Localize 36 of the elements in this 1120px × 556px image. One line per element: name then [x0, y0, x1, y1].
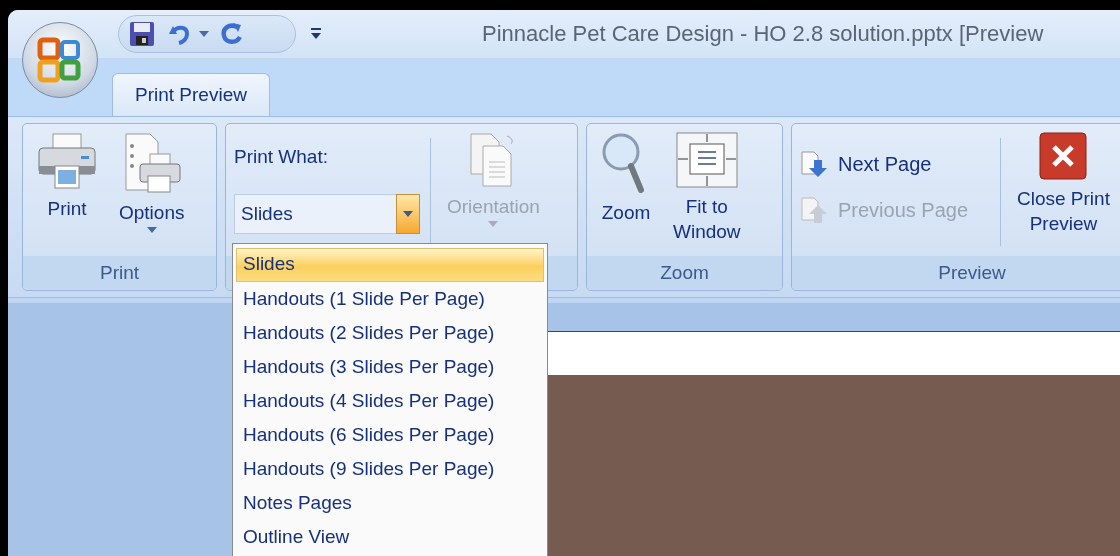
group-label: Print: [23, 256, 216, 290]
menu-item[interactable]: Handouts (4 Slides Per Page): [236, 384, 544, 418]
caret-icon: [488, 221, 499, 227]
group-label: Zoom: [587, 256, 782, 290]
caret-icon[interactable]: [199, 31, 209, 37]
menu-item[interactable]: Handouts (3 Slides Per Page): [236, 350, 544, 384]
close-icon: [1039, 132, 1088, 180]
redo-icon[interactable]: [219, 21, 245, 47]
customize-icon[interactable]: [310, 27, 322, 41]
caret-icon: [403, 211, 413, 217]
menu-item[interactable]: Handouts (2 Slides Per Page): [236, 316, 544, 350]
print-button[interactable]: Print: [31, 132, 103, 221]
page-down-arrow-icon: [800, 150, 828, 178]
menu-item[interactable]: Handouts (6 Slides Per Page): [236, 418, 544, 452]
window-title: Pinnacle Pet Care Design - HO 2.8 solution.pptx [Preview: [482, 21, 1044, 47]
menu-item[interactable]: Notes Pages: [236, 486, 544, 520]
menu-item[interactable]: Handouts (1 Slide Per Page): [236, 282, 544, 316]
next-page-button[interactable]: Next Page: [800, 150, 990, 178]
caret-icon: [146, 227, 157, 233]
menu-item[interactable]: Handouts (9 Slides Per Page): [236, 452, 544, 486]
office-logo-icon: [36, 36, 84, 84]
print-what-combo[interactable]: Slides: [234, 194, 420, 234]
dropdown-button[interactable]: [397, 195, 419, 233]
page-up-arrow-icon: [800, 196, 828, 224]
close-print-preview-button[interactable]: Close Print Preview: [1011, 132, 1116, 236]
fit-window-icon: [675, 132, 738, 188]
print-what-label: Print What:: [234, 146, 329, 168]
printer-icon: [37, 132, 97, 190]
menu-item[interactable]: Outline View: [236, 520, 544, 554]
save-icon[interactable]: [129, 21, 155, 47]
menu-item[interactable]: Slides: [236, 248, 544, 282]
zoom-button[interactable]: Zoom: [595, 132, 657, 225]
fit-to-window-button[interactable]: Fit to Window: [667, 132, 747, 244]
ribbon-tab[interactable]: Print Preview: [112, 73, 270, 116]
options-button[interactable]: Options: [113, 132, 191, 233]
group-label: Preview: [792, 256, 1120, 290]
